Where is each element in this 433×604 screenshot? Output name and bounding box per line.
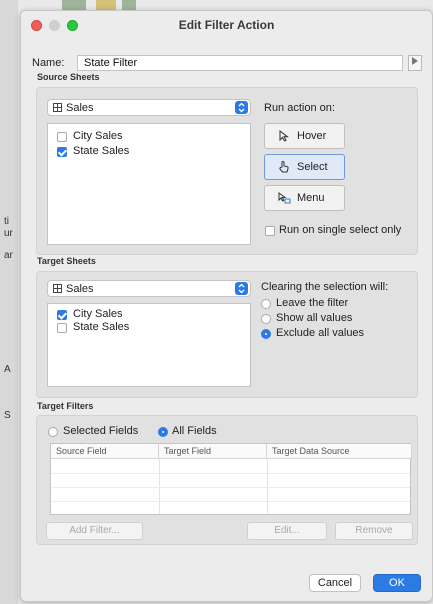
hover-button-label: Hover [297,130,327,142]
pointer-icon [279,129,289,142]
selected-fields-label: Selected Fields [63,425,139,437]
row-divider [51,487,410,488]
row-divider [51,501,410,502]
target-sheets-dropdown[interactable]: Sales [47,280,251,297]
clearing-label: Clearing the selection will: [261,281,389,293]
chevron-updown-icon [235,101,248,114]
background-window [0,0,18,604]
background-text: ti [4,216,9,227]
source-sheets-list: City Sales State Sales [47,123,251,245]
name-menu-button[interactable] [408,55,422,71]
run-on-single-select-checkbox[interactable] [265,226,275,236]
show-all-values-radio[interactable] [261,314,271,324]
target-sheets-list: City Sales State Sales [47,303,251,387]
chevron-updown-icon [235,282,248,295]
menu-pointer-icon [278,192,291,204]
leave-filter-radio[interactable] [261,299,271,309]
exclude-all-values-radio[interactable] [261,329,271,339]
city-sales-checkbox[interactable] [57,310,67,320]
background-text: ar [4,250,13,261]
leave-filter-label: Leave the filter [276,297,349,309]
run-on-single-select-label: Run on single select only [279,224,402,236]
play-icon [412,57,418,65]
title-bar: Edit Filter Action [21,11,432,39]
name-label: Name: [32,57,65,69]
all-fields-radio[interactable] [158,427,168,437]
background-text: A [4,364,11,375]
selected-fields-radio[interactable] [48,427,58,437]
data-source-icon [53,284,62,293]
column-header-source-field[interactable]: Source Field [51,444,159,459]
column-header-target-data-source[interactable]: Target Data Source [267,444,412,459]
ok-button[interactable]: OK [373,574,421,592]
all-fields-label: All Fields [172,425,217,437]
hover-button[interactable]: Hover [264,123,345,149]
select-button-label: Select [297,161,328,173]
edit-filter-action-dialog: Edit Filter Action Name: Source Sheets S… [20,10,433,602]
source-sheets-label: Source Sheets [37,72,100,82]
show-all-values-label: Show all values [276,312,353,324]
list-item-label: City Sales [73,308,123,320]
background-text: S [4,410,11,421]
list-item-label: City Sales [73,130,123,142]
cancel-button[interactable]: Cancel [309,574,361,592]
state-sales-checkbox[interactable] [57,323,67,333]
source-sheets-dropdown[interactable]: Sales [47,99,251,116]
target-filters-table: Source Field Target Field Target Data So… [50,443,412,515]
edit-button[interactable]: Edit... [247,522,327,540]
background-text: ur [4,228,13,239]
select-button[interactable]: Select [264,154,345,180]
source-sheets-dropdown-value: Sales [66,102,94,114]
name-input[interactable] [77,55,403,71]
window-title: Edit Filter Action [178,18,275,32]
list-item-label: State Sales [73,321,130,333]
data-source-icon [53,103,62,112]
exclude-all-values-label: Exclude all values [276,327,365,339]
column-header-target-field[interactable]: Target Field [159,444,267,459]
add-filter-button[interactable]: Add Filter... [46,522,143,540]
target-sheets-dropdown-value: Sales [66,283,94,295]
list-item-label: State Sales [73,145,130,157]
row-divider [51,473,410,474]
run-action-label: Run action on: [264,102,335,114]
city-sales-checkbox[interactable] [57,132,67,142]
state-sales-checkbox[interactable] [57,147,67,157]
target-sheets-label: Target Sheets [37,256,96,266]
remove-button[interactable]: Remove [335,522,413,540]
menu-button[interactable]: Menu [264,185,345,211]
menu-button-label: Menu [297,192,325,204]
target-filters-label: Target Filters [37,401,94,411]
hand-pointer-icon [279,160,289,173]
